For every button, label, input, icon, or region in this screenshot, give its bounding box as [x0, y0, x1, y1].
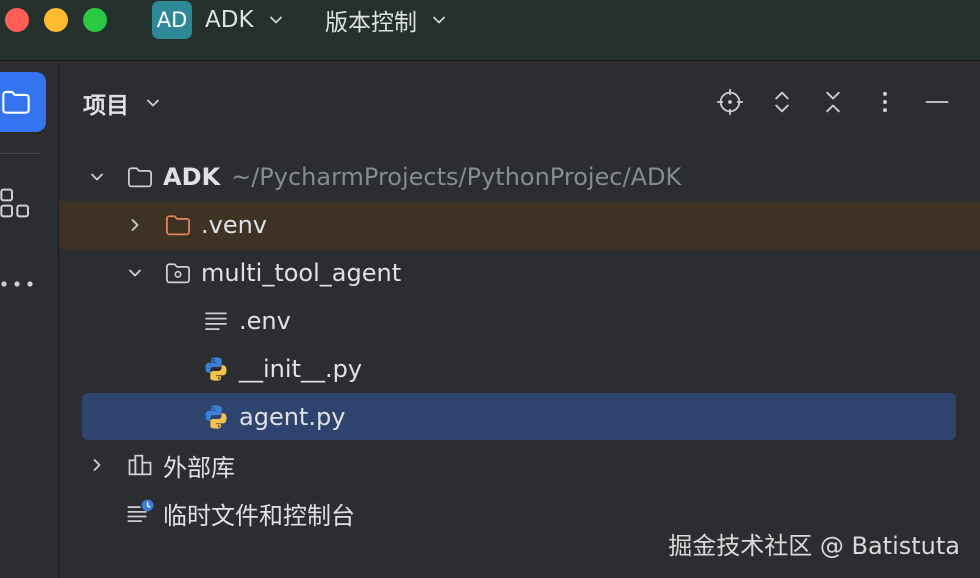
tree-item-label: 外部库: [163, 453, 235, 482]
chevron-down-icon: [269, 16, 282, 24]
watermark: 掘金技术社区 @ Batistuta: [668, 532, 960, 560]
tree-item-label: .venv: [201, 211, 268, 239]
chevron-down-icon: [433, 16, 445, 24]
tree-row-external-libraries[interactable]: 外部库: [59, 441, 980, 489]
folder-icon: [128, 167, 152, 188]
tree-item-label: ADK: [163, 163, 221, 191]
scratches-icon: [127, 499, 154, 523]
tree-item-label: __init__.py: [239, 355, 363, 383]
chevron-down-icon: [147, 99, 159, 107]
tree-item-label: 临时文件和控制台: [163, 501, 355, 530]
project-tree: ADK ~/PycharmProjects/PythonProjec/ADK .…: [59, 153, 980, 537]
project-view-selector[interactable]: 项目: [83, 78, 163, 128]
package-folder-icon: [166, 263, 190, 284]
tree-row-init-py[interactable]: __init__.py: [59, 345, 980, 393]
python-file-icon: [205, 357, 227, 381]
tool-window-strip: [0, 61, 59, 578]
title-bar: AD ADK 版本控制: [0, 0, 980, 61]
project-name: ADK: [205, 7, 254, 33]
more-vertical-icon[interactable]: [871, 88, 899, 116]
collapse-all-icon[interactable]: [819, 88, 847, 116]
project-switcher[interactable]: AD ADK: [152, 0, 286, 40]
tree-row-env[interactable]: .env: [59, 297, 980, 345]
tree-row-multi-tool-agent[interactable]: multi_tool_agent: [59, 249, 980, 297]
tree-row-agent-py[interactable]: agent.py: [59, 393, 980, 441]
tree-item-label: agent.py: [239, 403, 346, 431]
minimize-window-button[interactable]: [44, 8, 68, 32]
external-libraries-icon: [128, 454, 152, 476]
chevron-down-icon[interactable]: [125, 263, 145, 283]
strip-divider: [0, 153, 40, 154]
locate-icon[interactable]: [716, 88, 744, 116]
zoom-window-button[interactable]: [83, 8, 107, 32]
chevron-right-icon[interactable]: [125, 215, 145, 235]
tree-row-venv[interactable]: .venv: [59, 201, 980, 249]
project-badge: AD: [152, 1, 192, 39]
close-window-button[interactable]: [5, 8, 29, 32]
vcs-label: 版本控制: [325, 10, 417, 36]
panel-title: 项目: [83, 93, 129, 119]
tree-item-label: .env: [239, 307, 291, 335]
tree-row-adk[interactable]: ADK ~/PycharmProjects/PythonProjec/ADK: [59, 153, 980, 201]
tree-item-path: ~/PycharmProjects/PythonProjec/ADK: [231, 163, 682, 191]
more-horizontal-icon[interactable]: [0, 274, 36, 294]
vcs-menu[interactable]: 版本控制: [325, 0, 449, 40]
excluded-folder-icon: [166, 215, 190, 236]
text-file-icon: [205, 312, 227, 331]
structure-icon[interactable]: [0, 187, 32, 219]
folder-icon: [2, 90, 30, 114]
chevron-down-icon[interactable]: [87, 167, 107, 187]
project-tool-button[interactable]: [0, 72, 46, 132]
expand-all-icon[interactable]: [768, 88, 796, 116]
tree-item-label: multi_tool_agent: [201, 259, 402, 287]
chevron-right-icon[interactable]: [87, 455, 107, 475]
hide-panel-icon[interactable]: [923, 88, 951, 116]
python-file-icon: [205, 405, 227, 429]
